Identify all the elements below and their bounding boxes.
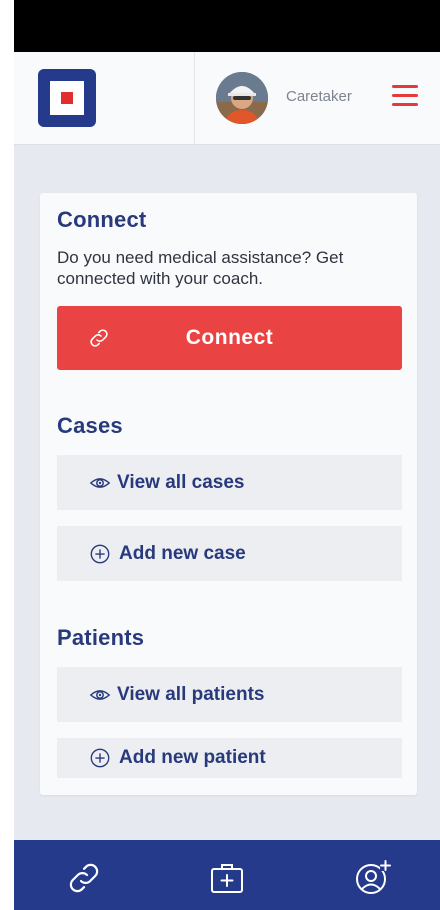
eye-icon	[89, 689, 111, 700]
view-all-patients-button[interactable]: View all patients	[57, 667, 402, 722]
add-new-case-button[interactable]: Add new case	[57, 526, 402, 581]
link-icon	[69, 863, 99, 893]
nav-patients[interactable]	[352, 858, 392, 898]
connect-button-label: Connect	[185, 326, 274, 349]
medical-kit-icon	[211, 864, 243, 893]
add-new-patient-button[interactable]: Add new patient	[57, 738, 402, 778]
dashboard-card: Connect Do you need medical assistance? …	[40, 193, 417, 795]
add-new-case-label: Add new case	[119, 542, 246, 564]
view-all-patients-label: View all patients	[117, 683, 265, 705]
connect-description: Do you need medical assistance? Get conn…	[57, 248, 344, 288]
menu-bar	[392, 94, 418, 97]
cases-section-title: Cases	[57, 413, 123, 438]
app-logo[interactable]	[38, 69, 96, 127]
menu-bar	[392, 103, 418, 106]
avatar[interactable]	[216, 72, 268, 124]
plus-circle-icon	[90, 748, 110, 768]
plus-circle-icon	[90, 544, 110, 563]
connect-button[interactable]: Connect	[57, 306, 402, 370]
status-bar	[14, 0, 440, 52]
patients-section-title: Patients	[57, 625, 145, 650]
menu-bar	[392, 85, 418, 88]
eye-icon	[89, 477, 111, 488]
app-header: Caretaker	[14, 52, 440, 145]
logo-dot	[61, 92, 73, 104]
view-all-cases-label: View all cases	[117, 471, 245, 493]
avatar-image	[216, 72, 268, 124]
connect-section-title: Connect	[57, 207, 147, 232]
user-role-label: Caretaker	[286, 88, 352, 105]
nav-connect[interactable]	[64, 858, 104, 898]
logo-mark	[50, 81, 84, 115]
header-divider	[194, 52, 195, 144]
nav-cases[interactable]	[207, 858, 247, 898]
add-user-icon	[356, 860, 391, 894]
hamburger-menu-icon[interactable]	[392, 85, 418, 107]
add-new-patient-label: Add new patient	[119, 747, 266, 768]
view-all-cases-button[interactable]: View all cases	[57, 455, 402, 510]
bottom-navigation	[14, 840, 440, 910]
app-frame: Caretaker Connect Do you need medical as…	[14, 0, 440, 910]
